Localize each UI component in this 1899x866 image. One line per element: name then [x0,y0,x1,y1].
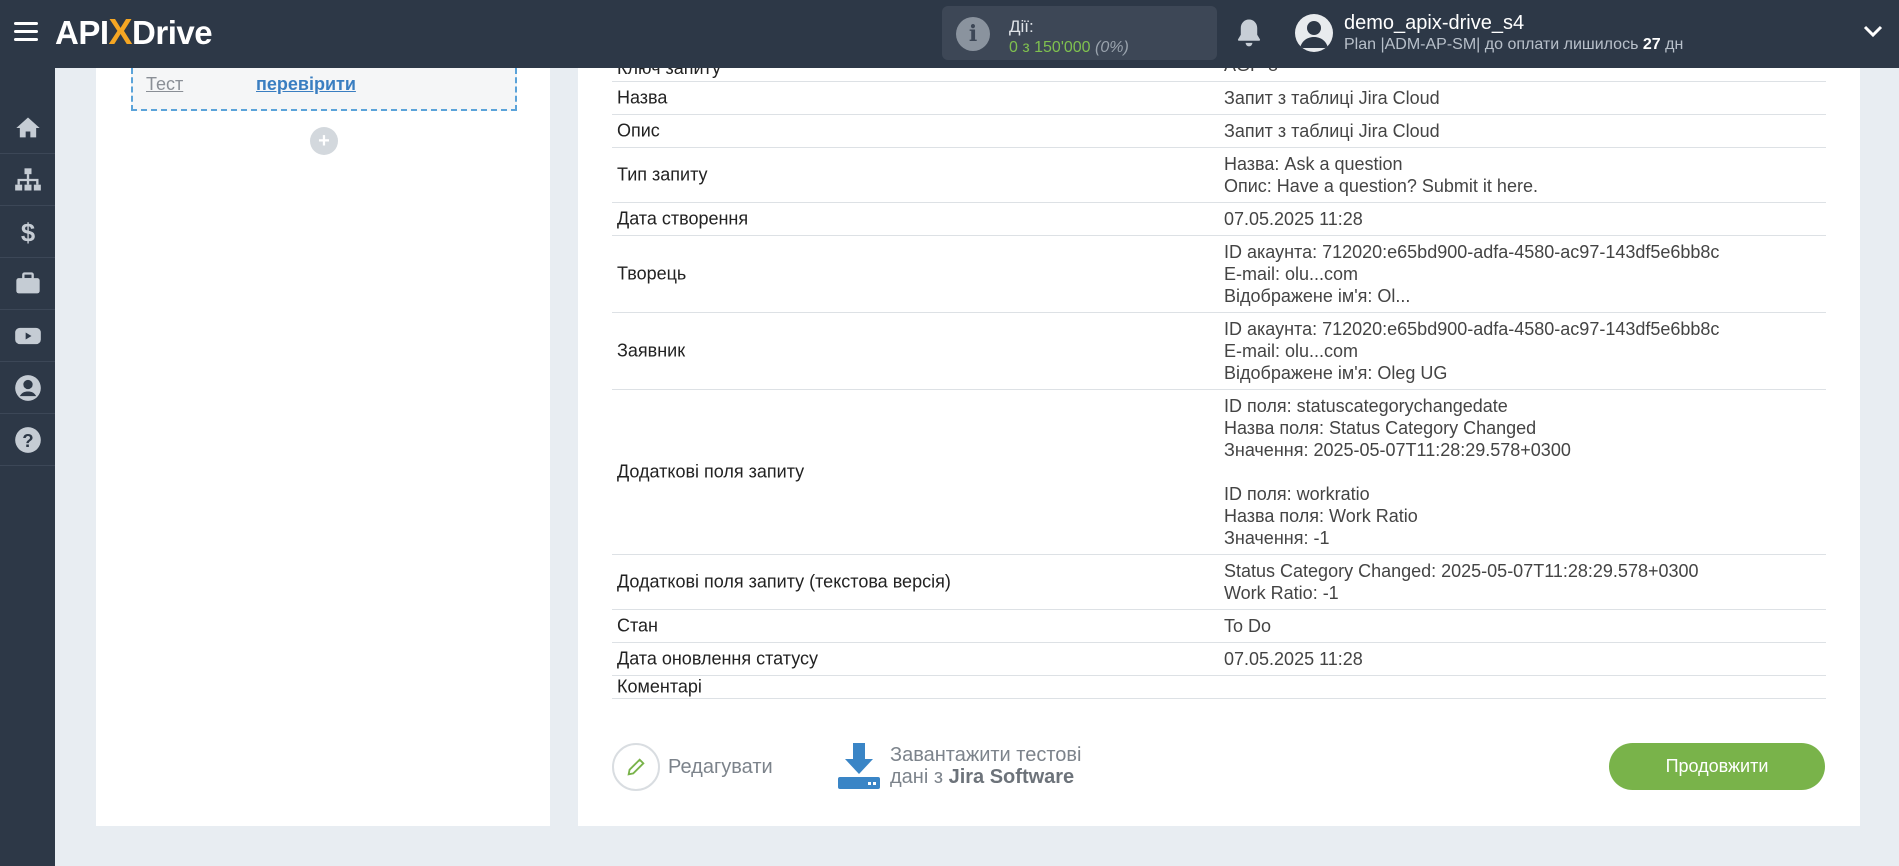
svg-text:?: ? [22,430,33,451]
chevron-down-icon[interactable] [1863,24,1883,38]
sidebar-item-connections[interactable] [0,154,55,206]
add-block-button[interactable]: + [310,127,338,155]
actions-value: 0 з 150'000 (0%) [1009,39,1129,56]
table-row: Коментарі [612,676,1826,699]
bell-icon[interactable] [1232,16,1266,50]
actions-counter: i Дії: 0 з 150'000 (0%) [942,6,1217,60]
avatar[interactable] [1295,14,1333,52]
table-row: Тип запиту Назва: Ask a question Опис: Ha… [612,148,1826,203]
main-panel: Ключ запиту AGP-8 НазваЗапит з таблиці J… [578,68,1860,826]
pencil-icon [612,743,660,791]
info-icon[interactable]: i [956,17,990,51]
sidebar-item-profile[interactable] [0,362,55,414]
load-label: Завантажити тестові дані з Jira Software [890,744,1082,788]
top-bar: APIXDrive i Дії: 0 з 150'000 (0%) demo_a… [0,0,1899,68]
left-panel: Тест перевірити + [96,68,550,826]
logo-text-drive: Drive [132,14,213,51]
table-row: Творець ID акаунта: 712020:e65bd900-adfa-… [612,236,1826,313]
table-row: Опис Запит з таблиці Jira Cloud [612,115,1826,148]
check-link[interactable]: перевірити [256,74,356,95]
continue-button[interactable]: Продовжити [1609,743,1825,790]
sidebar-item-billing[interactable]: $ [0,206,55,258]
actions-label: Дії: [1009,17,1034,36]
sidebar-item-video[interactable] [0,310,55,362]
table-row: Заявник ID акаунта: 712020:e65bd900-adfa-… [612,313,1826,390]
svg-text:$: $ [20,219,34,246]
sidebar-item-help[interactable]: ? [0,414,55,466]
table-row: Додаткові поля запиту ID поля: statuscate… [612,390,1826,555]
load-test-data-button[interactable]: Завантажити тестові дані з Jira Software [836,741,1081,791]
data-table: Ключ запиту AGP-8 НазваЗапит з таблиці J… [612,68,1826,699]
sidebar-item-projects[interactable] [0,258,55,310]
logo-text-x: X [108,11,133,52]
table-row: Стан To Do [612,610,1826,643]
help-icon: ? [14,426,41,453]
user-icon [14,374,41,401]
plan-info: Plan |ADM-AP-SM| до оплати лишилось 27 д… [1344,36,1684,53]
test-block: Тест перевірити [131,68,517,111]
home-icon [15,117,40,137]
download-icon [838,743,880,789]
table-row: Назва Запит з таблиці Jira Cloud [612,82,1826,115]
briefcase-icon [15,271,40,293]
youtube-icon [14,327,41,344]
test-label[interactable]: Тест [146,74,183,95]
sidebar-item-home[interactable] [0,102,55,154]
logo[interactable]: APIXDrive [55,11,213,52]
table-row: Дата створення 07.05.2025 11:28 [612,203,1826,236]
menu-icon[interactable] [14,22,38,42]
table-row: Дата оновлення статусу 07.05.2025 11:28 [612,643,1826,676]
logo-text-api: API [55,14,109,51]
table-row-partial: Ключ запиту AGP-8 [612,68,1826,82]
edit-label: Редагувати [668,755,773,778]
dollar-icon: $ [20,219,34,246]
username[interactable]: demo_apix-drive_s4 [1344,12,1524,35]
sitemap-icon [14,167,41,190]
sidebar: $ ? [0,68,55,866]
edit-button[interactable]: Редагувати [612,743,773,791]
table-row: Додаткові поля запиту (текстова версія) S… [612,555,1826,610]
